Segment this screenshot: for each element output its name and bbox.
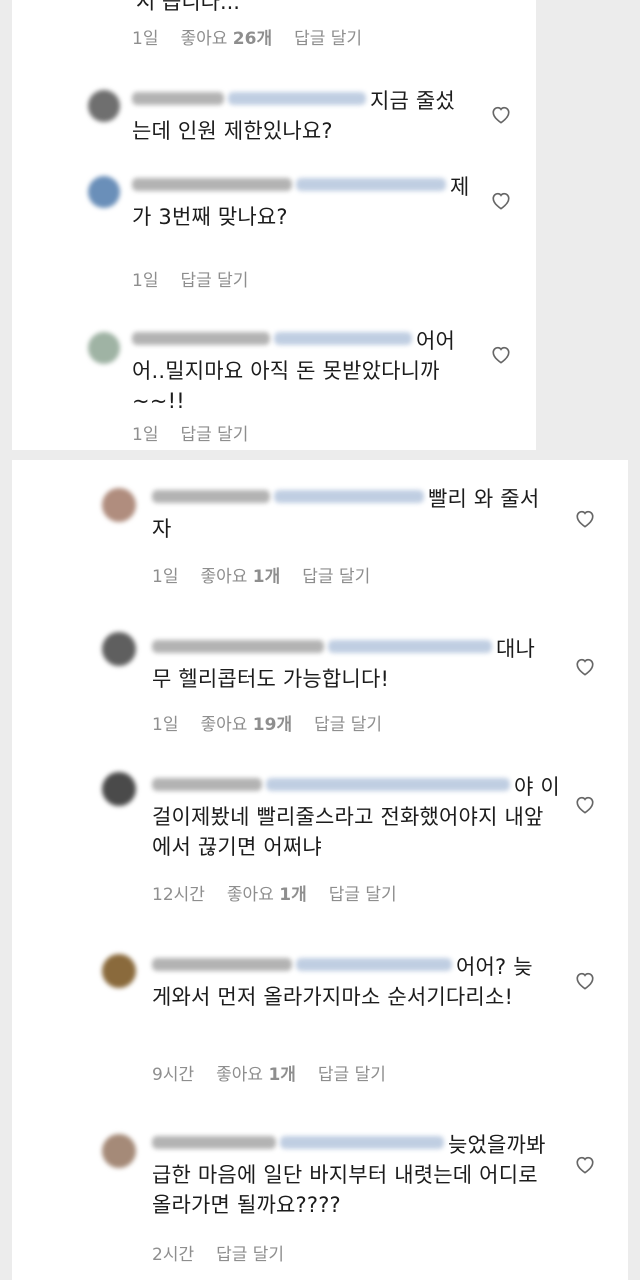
- comment-body: 야 이걸이제봤네 빨리줄스라고 전화했어야지 내앞에서 끊기면 어쩌냐: [152, 772, 562, 862]
- comment-time: 1일: [132, 271, 159, 291]
- mention-link[interactable]: [228, 92, 366, 105]
- comment-time: 1일: [132, 425, 159, 445]
- comment-time: 1일: [152, 567, 179, 587]
- mention-link[interactable]: [296, 958, 452, 971]
- avatar[interactable]: [88, 90, 120, 122]
- reply-button[interactable]: 답글 달기: [302, 562, 370, 587]
- heart-outline-icon: [492, 192, 510, 210]
- avatar[interactable]: [102, 488, 136, 522]
- heart-outline-icon: [492, 346, 510, 364]
- avatar[interactable]: [88, 176, 120, 208]
- avatar[interactable]: [88, 332, 120, 364]
- comment-time: 1일: [152, 715, 179, 735]
- username-link[interactable]: [132, 332, 270, 345]
- comment-body: 지금 줄섰는데 인원 제한있나요?: [132, 86, 472, 146]
- avatar[interactable]: [102, 772, 136, 806]
- mention-link[interactable]: [274, 490, 424, 503]
- like-button[interactable]: [574, 794, 596, 814]
- username-link[interactable]: [132, 178, 292, 191]
- comment-body: 늦었을까봐 급한 마음에 일단 바지부터 내렷는데 어디로 올라가면 될까요??…: [152, 1130, 552, 1220]
- comment-time: 2시간: [152, 1245, 195, 1265]
- comment-meta: 1일 답글 달기: [132, 266, 270, 291]
- comment-body: 빨리 와 줄서자: [152, 484, 542, 544]
- comment-meta: 1일 좋아요 1개 답글 달기: [152, 562, 392, 587]
- like-button[interactable]: [574, 970, 596, 990]
- comment-body: 어어? 늦게와서 먼저 올라가지마소 순서기다리소!: [152, 952, 552, 1012]
- comment-time: 1일: [132, 29, 159, 49]
- like-button[interactable]: [574, 1154, 596, 1174]
- avatar[interactable]: [102, 1134, 136, 1168]
- mention-link[interactable]: [280, 1136, 444, 1149]
- comment-meta: 1일 답글 달기: [132, 420, 270, 445]
- username-link[interactable]: [152, 778, 262, 791]
- heart-outline-icon: [576, 658, 594, 676]
- cut-comment-text: 시 습니다...: [136, 0, 240, 14]
- comment-body: 어어어..밀지마요 아직 돈 못받았다니까~~!!: [132, 326, 472, 416]
- username-link[interactable]: [152, 1136, 276, 1149]
- username-link[interactable]: [132, 92, 224, 105]
- reply-button[interactable]: 답글 달기: [180, 266, 248, 291]
- reply-button[interactable]: 답글 달기: [180, 420, 248, 445]
- reply-button[interactable]: 답글 달기: [294, 24, 362, 49]
- comment-meta: 2시간 답글 달기: [152, 1240, 306, 1265]
- username-link[interactable]: [152, 958, 292, 971]
- like-button[interactable]: [574, 656, 596, 676]
- heart-outline-icon: [576, 972, 594, 990]
- username-link[interactable]: [152, 640, 324, 653]
- reply-button[interactable]: 답글 달기: [329, 880, 397, 905]
- heart-outline-icon: [576, 796, 594, 814]
- comment-time: 12시간: [152, 885, 205, 905]
- heart-outline-icon: [576, 1156, 594, 1174]
- comment-meta: 12시간 좋아요 1개 답글 달기: [152, 880, 419, 905]
- comment-likes: 좋아요 1개: [216, 1065, 296, 1085]
- comment-likes: 좋아요 26개: [180, 29, 273, 49]
- mention-link[interactable]: [296, 178, 446, 191]
- like-button[interactable]: [490, 190, 512, 210]
- like-button[interactable]: [490, 104, 512, 124]
- comment-time: 9시간: [152, 1065, 195, 1085]
- comment-likes: 좋아요 1개: [226, 885, 307, 905]
- mention-link[interactable]: [274, 332, 412, 345]
- mention-link[interactable]: [328, 640, 492, 653]
- comment-meta: 1일 좋아요 26개 답글 달기: [132, 24, 384, 49]
- comment-body: 제가 3번째 맞나요?: [132, 172, 472, 232]
- username-link[interactable]: [152, 490, 270, 503]
- avatar[interactable]: [102, 954, 136, 988]
- heart-outline-icon: [492, 106, 510, 124]
- heart-outline-icon: [576, 510, 594, 528]
- comment-panel-1: 시 습니다... 1일 좋아요 26개 답글 달기 지금 줄섰는데 인원 제한있나요…: [12, 0, 536, 450]
- comment-panel-2: 빨리 와 줄서자 1일 좋아요 1개 답글 달기 대나무 헬리콥터도 가능합니다! …: [12, 460, 628, 1280]
- reply-button[interactable]: 답글 달기: [216, 1240, 284, 1265]
- comment-likes: 좋아요 19개: [200, 715, 293, 735]
- comment-meta: 9시간 좋아요 1개 답글 달기: [152, 1060, 408, 1085]
- mention-link[interactable]: [266, 778, 510, 791]
- avatar[interactable]: [102, 632, 136, 666]
- reply-button[interactable]: 답글 달기: [314, 710, 382, 735]
- like-button[interactable]: [574, 508, 596, 528]
- reply-button[interactable]: 답글 달기: [318, 1060, 386, 1085]
- like-button[interactable]: [490, 344, 512, 364]
- comment-likes: 좋아요 1개: [200, 567, 281, 587]
- comment-meta: 1일 좋아요 19개 답글 달기: [152, 710, 404, 735]
- comment-body: 대나무 헬리콥터도 가능합니다!: [152, 634, 552, 694]
